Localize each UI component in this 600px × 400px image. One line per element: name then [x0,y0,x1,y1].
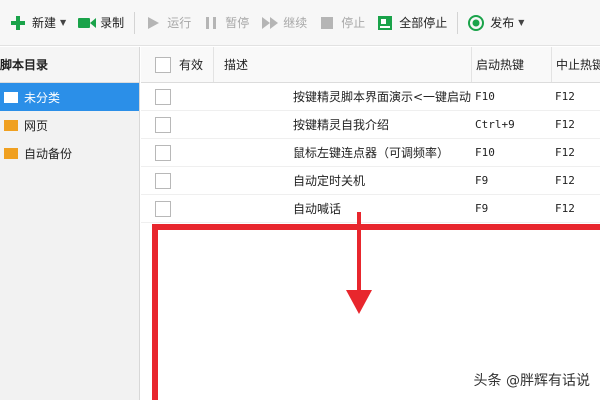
script-directory-panel: 脚本目录 未分类 网页 自动备份 [0,47,140,400]
row-enabled-checkbox[interactable] [155,144,171,161]
row-check-cell [141,167,213,194]
tree-item-web[interactable]: 网页 [0,111,139,139]
header-description[interactable]: 描述 [213,47,471,82]
row-enabled-checkbox[interactable] [155,116,171,133]
folder-icon [4,91,18,103]
row-stop-hotkey: F12 [555,202,575,215]
watermark: 头条 @胖辉有话说 [473,373,590,389]
record-button-label: 录制 [100,16,125,30]
resume-button[interactable]: 继续 [255,8,313,38]
row-description: 自动定时关机 [293,174,366,188]
plus-icon [10,15,26,31]
row-stop-hotkey: F12 [555,174,575,187]
row-start-hotkey: F10 [475,146,495,159]
sidebar-title: 脚本目录 [0,47,139,83]
fast-forward-icon [261,15,279,31]
annotation-arrow-down-icon [346,290,372,314]
run-button-label: 运行 [167,16,192,30]
row-check-cell [141,195,213,222]
stop-icon [319,15,335,31]
folder-icon [4,147,18,159]
header-enabled: 有效 [141,47,213,82]
table-row[interactable]: 自动定时关机 F9 F12 [141,167,600,195]
resume-button-label: 继续 [283,16,308,30]
row-stop-hotkey: F12 [555,146,575,159]
toolbar-separator [134,11,136,34]
stop-all-button[interactable]: 全部停止 [371,8,453,38]
pause-icon [203,15,219,31]
stop-all-icon [377,15,393,31]
row-start-hotkey: F10 [475,90,495,103]
run-button[interactable]: 运行 [139,8,197,38]
row-check-cell [141,111,213,138]
row-description: 按键精灵自我介绍 [293,118,390,132]
chevron-down-icon: ▼ [518,18,525,27]
chevron-down-icon: ▼ [60,18,67,27]
row-start-hotkey: Ctrl+9 [475,118,515,131]
stop-button-label: 停止 [341,16,366,30]
tree-item-auto-backup[interactable]: 自动备份 [0,139,139,167]
table-row[interactable]: 自动喊话 F9 F12 [141,195,600,223]
table-row[interactable]: 按键精灵自我介绍 Ctrl+9 F12 [141,111,600,139]
folder-icon [4,119,18,131]
header-stop-hotkey[interactable]: 中止热键 [551,47,600,82]
new-button-label: 新建 [32,16,57,30]
tree-item-label: 自动备份 [24,146,73,161]
annotation-arrow-shaft [357,212,361,294]
pause-button-label: 暂停 [225,16,250,30]
table-row[interactable]: 鼠标左键连点器（可调频率） F10 F12 [141,139,600,167]
row-description: 自动喊话 [293,202,342,216]
tree-item-uncategorized[interactable]: 未分类 [0,83,139,111]
row-start-hotkey: F9 [475,202,489,215]
row-check-cell [141,83,213,110]
table-header: 有效 描述 启动热键 中止热键 [141,47,600,83]
row-start-hotkey: F9 [475,174,489,187]
tree-item-label: 网页 [24,118,49,133]
row-enabled-checkbox[interactable] [155,88,171,105]
row-enabled-checkbox[interactable] [155,200,171,217]
video-camera-icon [78,15,97,31]
toolbar-separator [457,11,459,34]
stop-button[interactable]: 停止 [313,8,371,38]
header-start-hotkey[interactable]: 启动热键 [471,47,551,82]
record-button[interactable]: 录制 [72,8,130,38]
new-button[interactable]: 新建 ▼ [4,8,72,38]
row-description: 按键精灵脚本界面演示<一键启动> [293,90,471,104]
row-stop-hotkey: F12 [555,90,575,103]
row-check-cell [141,139,213,166]
stop-all-button-label: 全部停止 [399,16,448,30]
publish-icon [468,14,485,31]
row-enabled-checkbox[interactable] [155,172,171,189]
play-icon [145,15,161,31]
publish-button-label: 发布 [490,16,515,30]
pause-button[interactable]: 暂停 [197,8,255,38]
row-description: 鼠标左键连点器（可调频率） [293,146,450,160]
row-stop-hotkey: F12 [555,118,575,131]
table-row[interactable]: 按键精灵脚本界面演示<一键启动> F10 F12 [141,83,600,111]
toolbar: 新建 ▼ 录制 运行 暂停 继续 停止 全部停止 发布 ▼ [0,0,600,46]
header-enabled-label: 有效 [179,58,204,72]
tree-item-label: 未分类 [24,90,61,105]
select-all-checkbox[interactable] [155,56,171,73]
publish-button[interactable]: 发布 ▼ [462,8,530,38]
